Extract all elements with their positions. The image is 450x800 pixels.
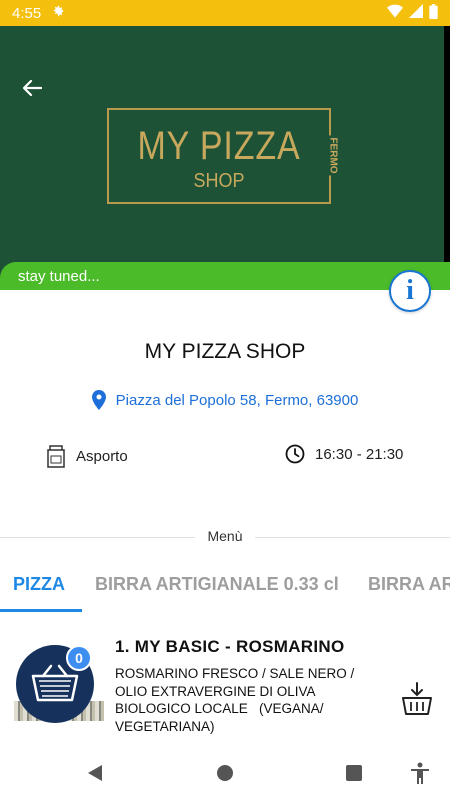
product-description: ROSMARINO FRESCO / SALE NERO / OLIO EXTR…	[115, 666, 355, 734]
service-label: Asporto	[76, 447, 128, 465]
list-item[interactable]: 0 1. MY BASIC - ROSMARINO ROSMARINO FRES…	[0, 625, 444, 746]
address-text: Piazza del Popolo 58, Fermo, 63900	[115, 391, 359, 409]
back-button[interactable]	[14, 70, 50, 106]
status-bar: 4:55	[0, 0, 450, 26]
status-time: 4:55	[12, 4, 42, 22]
triangle-back-icon	[88, 765, 102, 781]
add-to-basket-icon	[402, 682, 432, 715]
takeaway-bag-icon	[47, 445, 65, 468]
logo-city: FERMO	[327, 135, 339, 176]
system-navigation-bar	[0, 746, 450, 800]
location-pin-icon	[91, 390, 106, 410]
logo-subtitle: SHOP	[193, 170, 245, 192]
shop-name: MY PIZZA SHOP	[144, 340, 306, 363]
nav-back-button[interactable]	[83, 761, 107, 785]
service-type: Asporto	[46, 444, 128, 468]
tab-birra-artigianale-033[interactable]: BIRRA ARTIGIANALE 0.33 cl	[95, 574, 339, 595]
banner-text: stay tuned...	[18, 268, 100, 285]
menu-tabs: PIZZA BIRRA ARTIGIANALE 0.33 cl BIRRA AR…	[0, 564, 450, 612]
tab-indicator	[0, 609, 82, 612]
gear-icon	[51, 4, 65, 22]
signal-icon	[409, 4, 423, 22]
address-link[interactable]: Piazza del Popolo 58, Fermo, 63900	[0, 390, 450, 410]
back-arrow-icon	[22, 79, 42, 97]
tab-birra-artigianale[interactable]: BIRRA ARTIGIANALE	[368, 574, 450, 595]
opening-hours: 16:30 - 21:30	[285, 444, 403, 464]
info-button[interactable]: i	[389, 270, 431, 312]
info-icon: i	[406, 275, 414, 306]
product-title: 1. MY BASIC - ROSMARINO	[115, 637, 345, 656]
cart-count-badge: 0	[66, 645, 92, 671]
shop-logo: MY PIZZA SHOP FERMO	[107, 108, 339, 204]
hours-text: 16:30 - 21:30	[315, 445, 404, 463]
accessibility-icon	[411, 762, 429, 784]
accessibility-button[interactable]	[408, 761, 432, 785]
clock-icon	[285, 444, 305, 464]
tab-pizza[interactable]: PIZZA	[13, 574, 65, 595]
menu-divider: Menù	[0, 528, 450, 546]
add-to-cart-button[interactable]	[398, 680, 436, 718]
wifi-icon	[387, 4, 403, 22]
basket-icon	[31, 664, 79, 702]
battery-icon	[429, 3, 438, 23]
menu-label: Menù	[207, 528, 243, 544]
stay-tuned-banner: stay tuned...	[0, 262, 450, 292]
nav-recents-button[interactable]	[342, 761, 366, 785]
square-recents-icon	[346, 765, 362, 781]
home-circle-icon	[217, 765, 233, 781]
logo-title: MY PIZZA	[137, 124, 301, 168]
nav-home-button[interactable]	[213, 761, 237, 785]
